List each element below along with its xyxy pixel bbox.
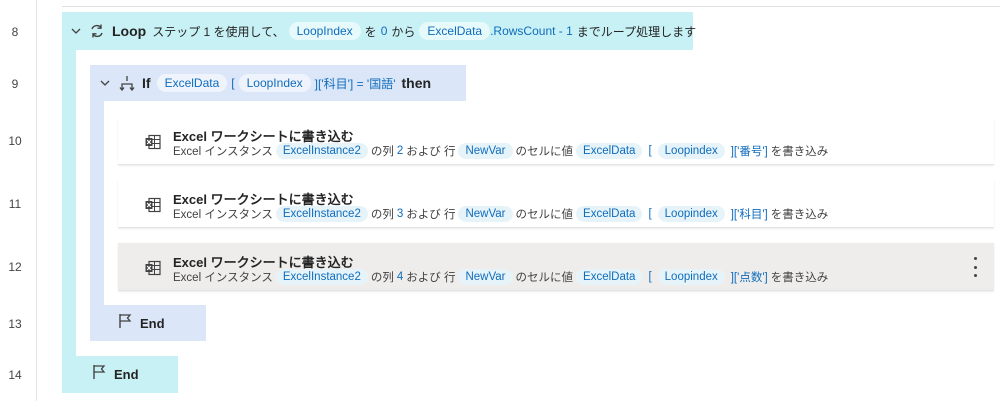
- variable-loop-index: LoopIndex: [238, 74, 311, 92]
- line-number: 11: [8, 197, 22, 211]
- desc-text: を書き込み: [770, 146, 829, 158]
- desc-text: の列: [370, 146, 394, 158]
- variable-excel-data: ExcelData: [576, 143, 643, 159]
- action-write-to-excel[interactable]: Excel ワークシートに書き込む Excel インスタンス ExcelInst…: [118, 117, 994, 165]
- desc-text: の列: [370, 209, 394, 221]
- variable-loop-index: LoopIndex: [288, 22, 361, 40]
- loop-text: から: [391, 24, 416, 39]
- variable-loop-index: Loopindex: [657, 143, 725, 159]
- action-write-to-excel-selected[interactable]: Excel ワークシートに書き込む Excel インスタンス ExcelInst…: [118, 243, 994, 291]
- loop-container-rail: [62, 50, 76, 360]
- then-keyword: then: [401, 75, 432, 91]
- action-description: Excel インスタンス ExcelInstance2 の列 4 および 行 N…: [173, 269, 828, 285]
- if-bracket: [: [231, 76, 235, 90]
- action-description: Excel インスタンス ExcelInstance2 の列 2 および 行 N…: [173, 143, 828, 159]
- column-key: ]['番号']: [730, 146, 768, 158]
- desc-text: のセルに値: [515, 209, 574, 221]
- line-number: 12: [8, 260, 22, 274]
- desc-text: Excel インスタンス: [173, 146, 273, 158]
- loop-text: を: [364, 24, 377, 39]
- bracket: [: [648, 208, 652, 220]
- desc-text: のセルに値: [515, 272, 574, 284]
- desc-text: の列: [370, 272, 394, 284]
- if-container-rail: [90, 100, 104, 306]
- variable-loop-index: Loopindex: [657, 269, 725, 285]
- variable-excel-data: ExcelData: [576, 269, 643, 285]
- loop-text: までループ処理します: [576, 24, 697, 39]
- desc-text: を書き込み: [770, 209, 829, 221]
- column-value: 3: [396, 208, 404, 220]
- if-end-label: End: [140, 315, 165, 331]
- flow-designer-canvas: 8 9 10 11 12 13 14 Loop ステップ 1 を使用して、 Lo…: [0, 0, 1000, 401]
- excel-grid-icon: [144, 196, 162, 214]
- column-key: ]['科目']: [730, 209, 768, 221]
- excel-grid-icon: [144, 259, 162, 277]
- variable-row: NewVar: [458, 143, 513, 159]
- line-number: 9: [11, 77, 19, 91]
- chevron-down-icon[interactable]: [98, 76, 112, 90]
- line-number: 8: [11, 25, 19, 39]
- loop-text: ステップ 1 を使用して、: [152, 24, 285, 39]
- bracket: [: [648, 271, 652, 283]
- line-number: 13: [8, 317, 22, 331]
- desc-text: Excel インスタンス: [173, 272, 273, 284]
- variable-excel-data: ExcelData: [576, 206, 643, 222]
- desc-text: を書き込み: [770, 272, 829, 284]
- desc-text: Excel インスタンス: [173, 209, 273, 221]
- chevron-down-icon[interactable]: [70, 24, 82, 38]
- variable-excel-instance: ExcelInstance2: [275, 206, 368, 222]
- loop-end-label: End: [114, 367, 139, 382]
- flag-icon: [118, 313, 132, 334]
- column-value: 2: [396, 145, 404, 157]
- flag-icon: [92, 364, 106, 385]
- if-condition-expression: ]['科目'] = '国語': [314, 76, 396, 91]
- loop-end-row[interactable]: End: [62, 356, 178, 393]
- line-number-gutter: 8 9 10 11 12 13 14: [0, 0, 37, 401]
- if-keyword: If: [142, 75, 151, 91]
- variable-excel-data: ExcelData: [156, 74, 228, 92]
- loop-keyword: Loop: [112, 23, 147, 39]
- column-key: ]['点数']: [730, 272, 768, 284]
- line-number: 10: [8, 134, 22, 148]
- variable-row: NewVar: [458, 206, 513, 222]
- desc-text: および 行: [406, 272, 456, 284]
- bracket: [: [648, 145, 652, 157]
- action-description: Excel インスタンス ExcelInstance2 の列 3 および 行 N…: [173, 206, 828, 222]
- desc-text: および 行: [406, 209, 456, 221]
- variable-loop-index: Loopindex: [657, 206, 725, 222]
- action-write-to-excel[interactable]: Excel ワークシートに書き込む Excel インスタンス ExcelInst…: [118, 180, 994, 228]
- more-vertical-icon[interactable]: [970, 257, 980, 277]
- variable-excel-data: ExcelData: [419, 22, 491, 40]
- if-action-row[interactable]: If ExcelData [ LoopIndex ]['科目'] = '国語' …: [90, 65, 466, 101]
- variable-row: NewVar: [458, 269, 513, 285]
- desc-text: のセルに値: [515, 146, 574, 158]
- loop-end-expression: .RowsCount - 1: [490, 24, 573, 38]
- loop-start-value: 0: [380, 24, 388, 38]
- previous-action-divider: [62, 0, 1000, 7]
- branch-icon: [118, 74, 136, 92]
- line-number: 14: [8, 368, 22, 382]
- loop-icon: [88, 22, 106, 40]
- desc-text: および 行: [406, 146, 456, 158]
- if-end-row[interactable]: End: [90, 305, 206, 341]
- variable-excel-instance: ExcelInstance2: [275, 143, 368, 159]
- variable-excel-instance: ExcelInstance2: [275, 269, 368, 285]
- excel-grid-icon: [144, 133, 162, 151]
- loop-action-row[interactable]: Loop ステップ 1 を使用して、 LoopIndex を 0 から Exce…: [62, 12, 697, 50]
- column-value: 4: [396, 271, 404, 283]
